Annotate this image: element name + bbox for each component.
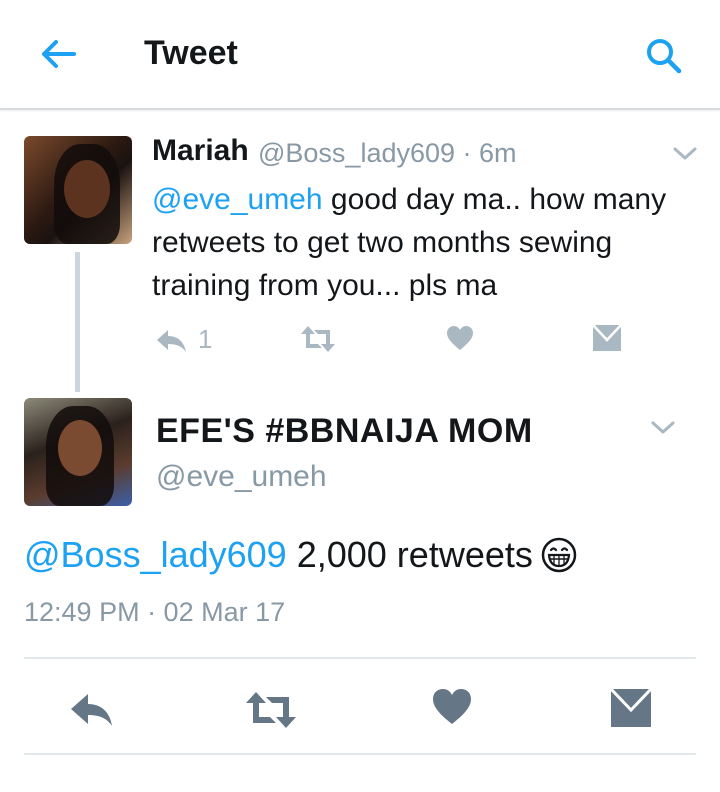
avatar[interactable] (24, 398, 132, 506)
search-icon[interactable] (644, 36, 684, 76)
grinning-face-icon (541, 537, 577, 573)
direct-message-icon[interactable] (592, 324, 622, 352)
tweet-body: 2,000 retweets (286, 534, 533, 575)
tweet-author-name[interactable]: EFE'S #BBNAIJA MOM (156, 412, 533, 451)
reply-icon[interactable] (68, 690, 114, 728)
thread-connector (75, 252, 80, 392)
direct-message-icon[interactable] (610, 688, 652, 728)
chevron-down-icon[interactable] (650, 420, 676, 436)
mention-link[interactable]: @eve_umeh (152, 183, 323, 216)
mention-link[interactable]: @Boss_lady609 (24, 534, 287, 575)
tweet-text: @Boss_lady609 2,000 retweets (24, 534, 577, 576)
back-arrow-icon[interactable] (38, 38, 78, 70)
reply-count: 1 (198, 324, 213, 354)
tweet-author-handle[interactable]: @eve_umeh (156, 460, 327, 494)
avatar-face (58, 420, 102, 476)
reply-icon[interactable] (154, 326, 188, 354)
avatar[interactable] (24, 136, 132, 244)
retweet-icon[interactable] (300, 324, 336, 354)
chevron-down-icon[interactable] (672, 146, 698, 162)
tweet-timestamp: 12:49 PM · 02 Mar 17 (24, 597, 286, 627)
divider (24, 657, 696, 659)
heart-icon[interactable] (446, 325, 474, 351)
avatar-face (64, 160, 110, 218)
tweet-author-handle[interactable]: @Boss_lady609 · 6m (258, 138, 517, 169)
heart-icon[interactable] (432, 688, 472, 726)
retweet-icon[interactable] (244, 690, 298, 730)
app-header: Tweet (0, 0, 720, 110)
divider (24, 753, 696, 755)
tweet-author-name[interactable]: Mariah (152, 134, 249, 168)
page-title: Tweet (144, 34, 238, 72)
tweet-text: @eve_umeh good day ma.. how many retweet… (152, 178, 702, 307)
